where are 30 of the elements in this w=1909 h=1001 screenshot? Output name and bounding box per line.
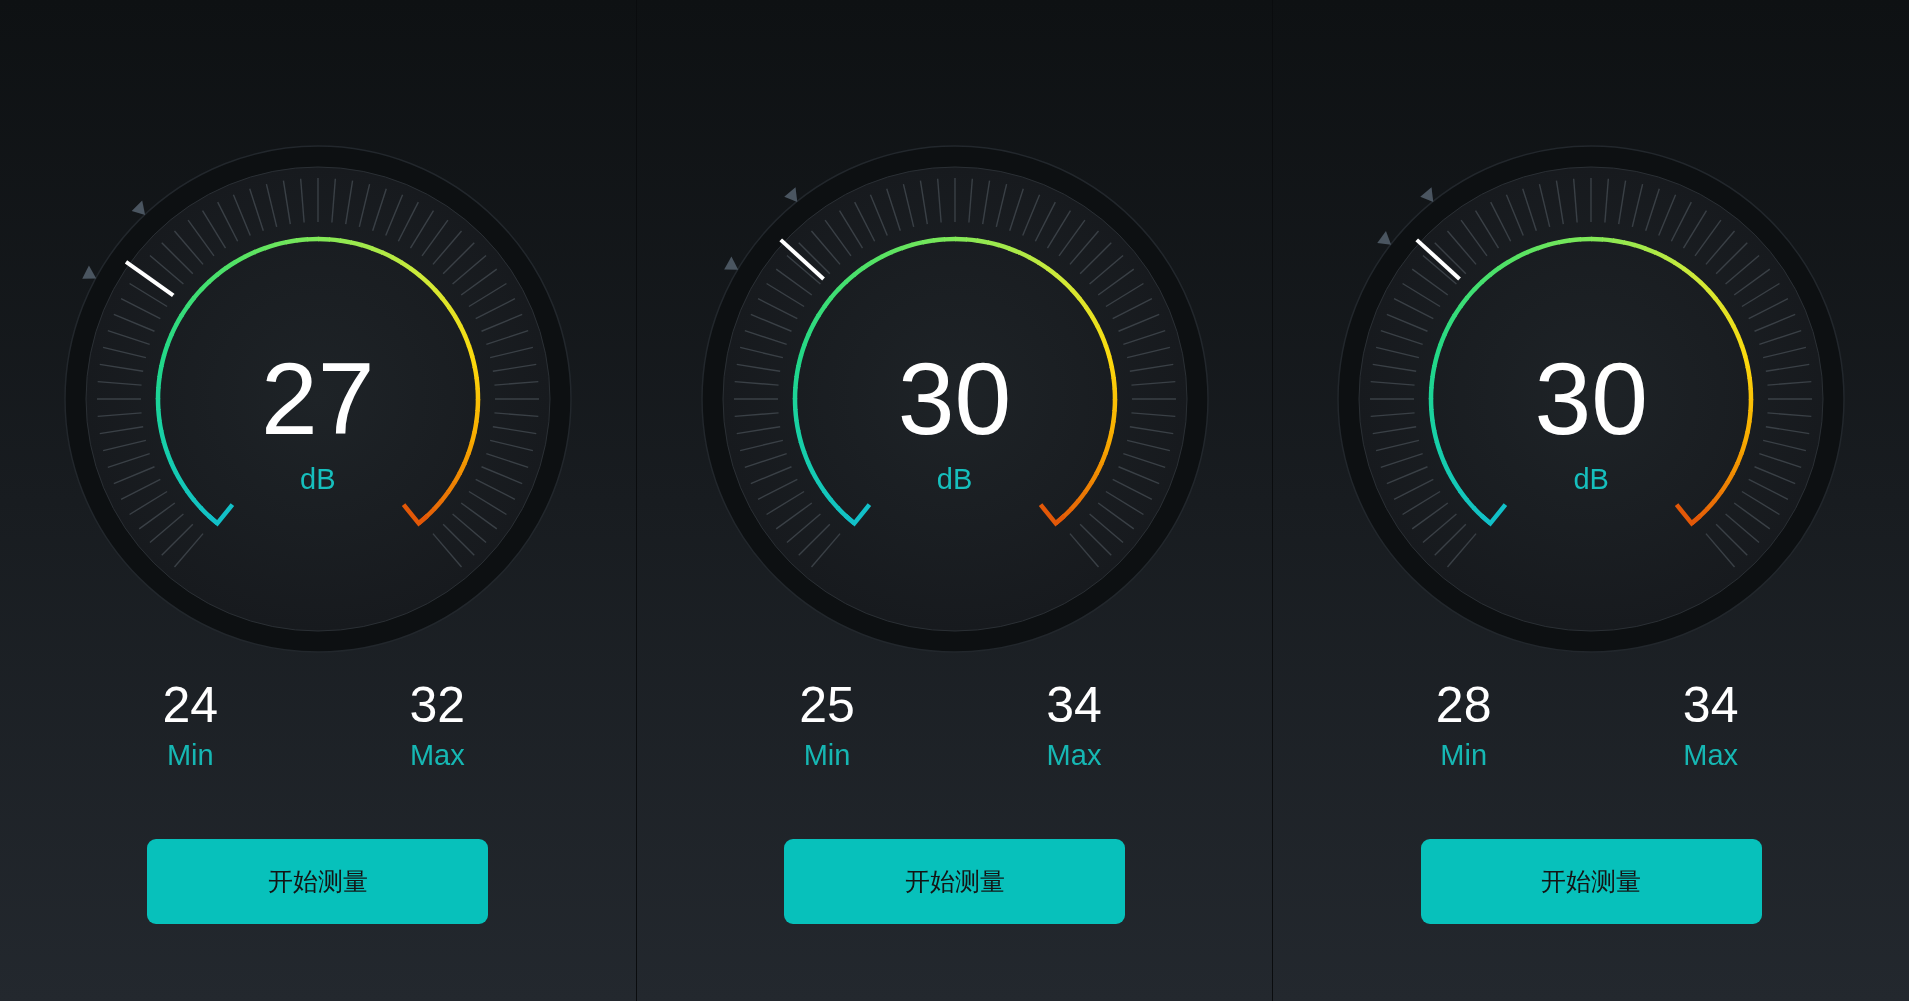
triangle-marker-icon <box>783 187 797 202</box>
min-label: Min <box>1440 741 1488 770</box>
reading-unit: dB <box>936 465 973 494</box>
triangle-marker-icon <box>1420 187 1434 202</box>
reading-value: 27 <box>261 348 375 450</box>
min-value: 28 <box>1435 680 1492 730</box>
min-value: 24 <box>162 680 219 730</box>
start-measure-button[interactable]: 开始测量 <box>147 839 489 924</box>
reading-unit: dB <box>1573 465 1609 494</box>
triangle-marker-icon <box>82 265 97 279</box>
needle-icon <box>778 238 825 281</box>
max-label: Max <box>1046 741 1102 770</box>
triangle-marker-icon <box>131 200 145 216</box>
max-label: Max <box>1683 741 1739 770</box>
start-measure-button[interactable]: 开始测量 <box>1420 839 1762 924</box>
needle-icon <box>1415 238 1462 281</box>
min-label: Min <box>166 741 214 770</box>
reading-value: 30 <box>897 348 1012 450</box>
min-label: Min <box>803 741 851 770</box>
triangle-marker-icon <box>1377 230 1392 245</box>
min-value: 25 <box>799 680 855 730</box>
max-value: 34 <box>1046 680 1102 730</box>
reading-unit: dB <box>300 465 336 494</box>
start-measure-button[interactable]: 开始测量 <box>784 839 1125 924</box>
reading-value: 30 <box>1534 348 1648 450</box>
max-label: Max <box>409 741 465 770</box>
max-value: 34 <box>1682 680 1739 730</box>
max-value: 32 <box>409 680 466 730</box>
triangle-marker-icon <box>723 256 738 270</box>
needle-icon <box>124 260 175 298</box>
